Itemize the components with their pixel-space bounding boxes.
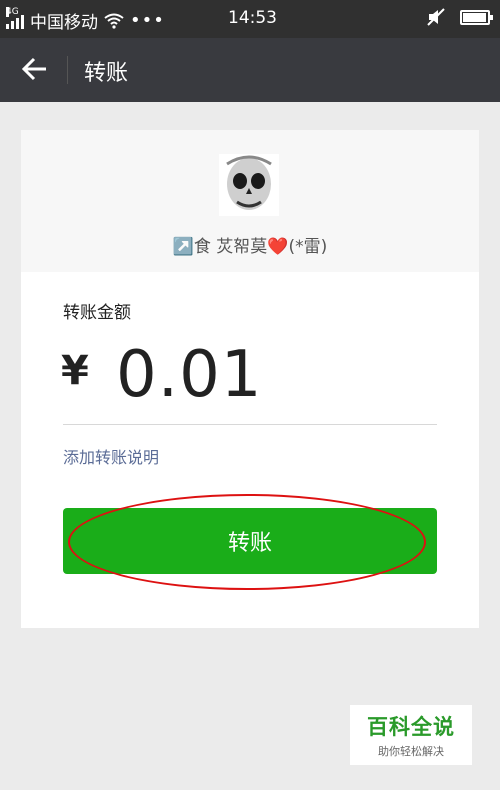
back-arrow-icon[interactable] bbox=[18, 52, 52, 86]
payee-name: ↗️食 炗帤莫❤️(*雷) bbox=[172, 237, 328, 257]
status-left: 4G 中国移动 ••• bbox=[6, 6, 165, 33]
avatar[interactable] bbox=[219, 154, 279, 216]
add-note-link[interactable]: 添加转账说明 bbox=[63, 444, 159, 468]
nav-bar: 转账 bbox=[0, 38, 500, 102]
page-title: 转账 bbox=[84, 61, 129, 86]
clock: 14:53 bbox=[228, 8, 277, 28]
watermark-title: 百科全说 bbox=[367, 715, 455, 739]
mute-icon bbox=[427, 8, 445, 26]
carrier-name: 中国移动 bbox=[30, 13, 98, 33]
status-right bbox=[426, 8, 493, 26]
wifi-icon bbox=[104, 13, 124, 29]
annotation-ellipse bbox=[68, 494, 426, 590]
more-icon: ••• bbox=[130, 10, 165, 31]
currency-symbol: ¥ bbox=[61, 348, 89, 394]
nav-divider bbox=[67, 56, 68, 84]
amount-input[interactable]: 0.01 bbox=[116, 338, 263, 412]
amount-label: 转账金额 bbox=[63, 303, 131, 323]
network-type: 4G bbox=[6, 6, 19, 17]
amount-underline bbox=[63, 424, 437, 425]
signal-icon: 4G bbox=[6, 6, 24, 29]
status-bar: 4G 中国移动 ••• 14:53 bbox=[0, 0, 500, 38]
battery-fill bbox=[463, 12, 486, 22]
payee-header: ↗️食 炗帤莫❤️(*雷) bbox=[21, 130, 479, 272]
battery-icon bbox=[460, 9, 493, 25]
watermark: 百科全说 助你轻松解决 bbox=[350, 705, 472, 765]
watermark-subtitle: 助你轻松解决 bbox=[378, 745, 444, 758]
